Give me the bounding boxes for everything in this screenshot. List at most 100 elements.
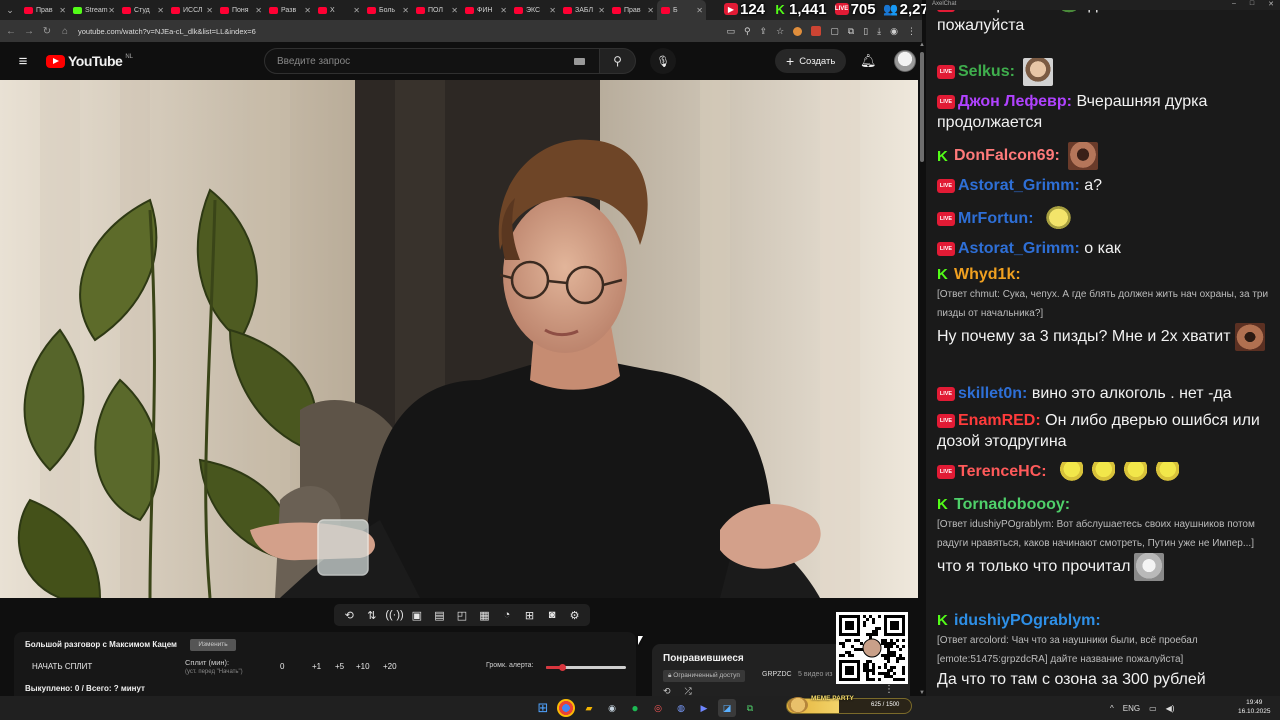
opera-icon[interactable]: ◎	[649, 699, 667, 717]
network-icon[interactable]: ▭	[1149, 704, 1157, 713]
browser-tab[interactable]: ПОЛ ✕	[412, 0, 461, 20]
loop-icon[interactable]: ⟲	[340, 609, 358, 622]
browser-tab[interactable]: Разв ✕	[265, 0, 314, 20]
tab-close-icon[interactable]: ✕	[108, 6, 115, 15]
menu-hamburger-icon[interactable]: ≡	[0, 53, 46, 70]
chat-username[interactable]: Astorat_Grimm:	[958, 177, 1080, 194]
chat-username[interactable]: Astorat_Grimm:	[958, 240, 1080, 257]
split-minutes-value[interactable]: 0	[280, 662, 284, 671]
browser-tab[interactable]: Stream ✕	[69, 0, 118, 20]
tab-close-icon[interactable]: ✕	[598, 6, 605, 15]
chat-username[interactable]: skillet0n:	[958, 385, 1027, 402]
home-icon[interactable]: ⌂	[60, 26, 70, 37]
chat-username[interactable]: EnamRED:	[958, 412, 1041, 429]
alert-volume-knob[interactable]	[559, 664, 566, 671]
volume-icon[interactable]: ◀)	[1166, 704, 1175, 713]
back-arrow-icon[interactable]: ←	[6, 26, 16, 37]
browser-tab[interactable]: Поня ✕	[216, 0, 265, 20]
zoom-icon[interactable]: ⚲	[744, 26, 751, 37]
extensions-puzzle-icon[interactable]: ⧉	[848, 26, 854, 37]
browser-menu-icon[interactable]: ⋮	[907, 26, 916, 37]
browser-tab[interactable]: ЭКС ✕	[510, 0, 559, 20]
tab-close-icon[interactable]: ✕	[206, 6, 213, 15]
screenshot-camera-icon[interactable]: ◙	[543, 609, 561, 621]
browser-tab[interactable]: Боль ✕	[363, 0, 412, 20]
split-edit-badge[interactable]: Изменить	[190, 639, 236, 651]
keyboard-icon[interactable]	[574, 58, 585, 65]
chat-username[interactable]: Whyd1k:	[954, 266, 1021, 283]
browser-tab[interactable]: Прав ✕	[20, 0, 69, 20]
account-avatar[interactable]	[894, 50, 917, 72]
spotify-icon[interactable]: ●	[626, 699, 644, 717]
extension-icon[interactable]: ▢	[830, 26, 839, 37]
url-field[interactable]: youtube.com/watch?v=NJEa-cL_dlk&list=LL&…	[78, 27, 719, 36]
chat-username[interactable]: DonFalcon69:	[954, 147, 1060, 164]
create-button[interactable]: + Создать	[775, 49, 847, 73]
sidebar-icon[interactable]: ▯	[863, 26, 868, 37]
expand-screen-icon[interactable]: ◰	[453, 609, 471, 622]
maximize-icon[interactable]: □	[1250, 0, 1254, 8]
tab-close-icon[interactable]: ✕	[304, 6, 311, 15]
tab-close-icon[interactable]: ✕	[500, 6, 507, 15]
broadcast-icon[interactable]: ((·))	[385, 609, 403, 621]
speed-gauge-icon[interactable]: ◔	[498, 609, 516, 621]
playlist-shuffle-icon[interactable]: ⤮	[685, 686, 692, 696]
search-input[interactable]: Введите запрос	[264, 48, 600, 74]
playlist-title[interactable]: Понравившиеся	[663, 653, 744, 664]
extension-orange-icon[interactable]	[793, 26, 803, 36]
tab-close-icon[interactable]: ✕	[451, 6, 458, 15]
tab-close-icon[interactable]: ✕	[157, 6, 164, 15]
split-add-5-button[interactable]: +5	[335, 662, 344, 671]
browser-tab[interactable]: ФИН ✕	[461, 0, 510, 20]
chat-username[interactable]: Tornadobooоy:	[954, 496, 1070, 513]
chat-username[interactable]: MrFortun:	[958, 210, 1034, 227]
video-player[interactable]	[0, 80, 918, 598]
playlist-owner[interactable]: GRPZDC	[762, 671, 792, 678]
split-add-10-button[interactable]: +10	[356, 662, 370, 671]
search-button[interactable]: ⚲	[600, 48, 636, 74]
cinema-mode-icon[interactable]: ▤	[430, 609, 448, 622]
profile-icon[interactable]: ◉	[890, 26, 898, 37]
alert-volume-slider[interactable]	[546, 664, 626, 671]
browser-tab[interactable]: Б ✕	[657, 0, 706, 20]
minimize-icon[interactable]: –	[1232, 0, 1236, 8]
extension-red-icon[interactable]	[811, 26, 822, 36]
tab-close-icon[interactable]: ✕	[353, 6, 360, 15]
taskbar-clock[interactable]: 19:49 16.10.2025	[1238, 698, 1271, 716]
tray-expand-icon[interactable]: ^	[1110, 704, 1114, 713]
media-player-icon[interactable]: ▶	[695, 699, 713, 717]
add-to-queue-icon[interactable]: ⊞	[521, 609, 539, 622]
tab-close-icon[interactable]: ✕	[647, 6, 654, 15]
obs-icon[interactable]: ◍	[672, 699, 690, 717]
voice-search-button[interactable]: 🎙	[650, 48, 676, 74]
split-add-20-button[interactable]: +20	[383, 662, 397, 671]
close-icon[interactable]: ✕	[1268, 0, 1274, 8]
tab-close-icon[interactable]: ✕	[402, 6, 409, 15]
chrome-icon[interactable]	[557, 699, 575, 717]
chat-username[interactable]: idushiyPOgrablym:	[954, 612, 1101, 629]
split-add-1-button[interactable]: +1	[312, 662, 321, 671]
screen-cast-icon[interactable]: ▭	[727, 26, 736, 37]
notifications-bell-icon[interactable]: 🔔︎	[858, 53, 878, 69]
network-app-icon[interactable]: ⧉	[741, 699, 759, 717]
chat-username[interactable]: TerenceHC:	[958, 463, 1047, 480]
share-icon[interactable]: ⇪	[760, 26, 768, 37]
chat-username[interactable]: Джон Лефевр:	[958, 93, 1072, 110]
youtube-logo[interactable]: YouTube NL	[46, 53, 264, 69]
chat-app-icon[interactable]: ◪	[718, 699, 736, 717]
steam-icon[interactable]: ◉	[603, 699, 621, 717]
file-explorer-icon[interactable]: ▰	[580, 699, 598, 717]
sort-arrows-icon[interactable]: ⇅	[363, 609, 381, 622]
browser-tab[interactable]: Студ ✕	[118, 0, 167, 20]
reload-icon[interactable]: ↻	[42, 26, 52, 37]
tab-close-icon[interactable]: ✕	[255, 6, 262, 15]
start-split-button[interactable]: НАЧАТЬ СПЛИТ	[32, 662, 92, 671]
tab-close-icon[interactable]: ✕	[696, 6, 703, 15]
browser-tab[interactable]: Прав ✕	[608, 0, 657, 20]
page-scrollbar-thumb[interactable]	[920, 52, 924, 162]
scroll-up-arrow-icon[interactable]: ▲	[919, 42, 925, 48]
bookmark-star-icon[interactable]: ☆	[776, 26, 784, 37]
browser-tab[interactable]: ИССЛ ✕	[167, 0, 216, 20]
picture-in-picture-icon[interactable]: ▣	[408, 609, 426, 622]
chat-username[interactable]: Selkus:	[958, 63, 1015, 80]
